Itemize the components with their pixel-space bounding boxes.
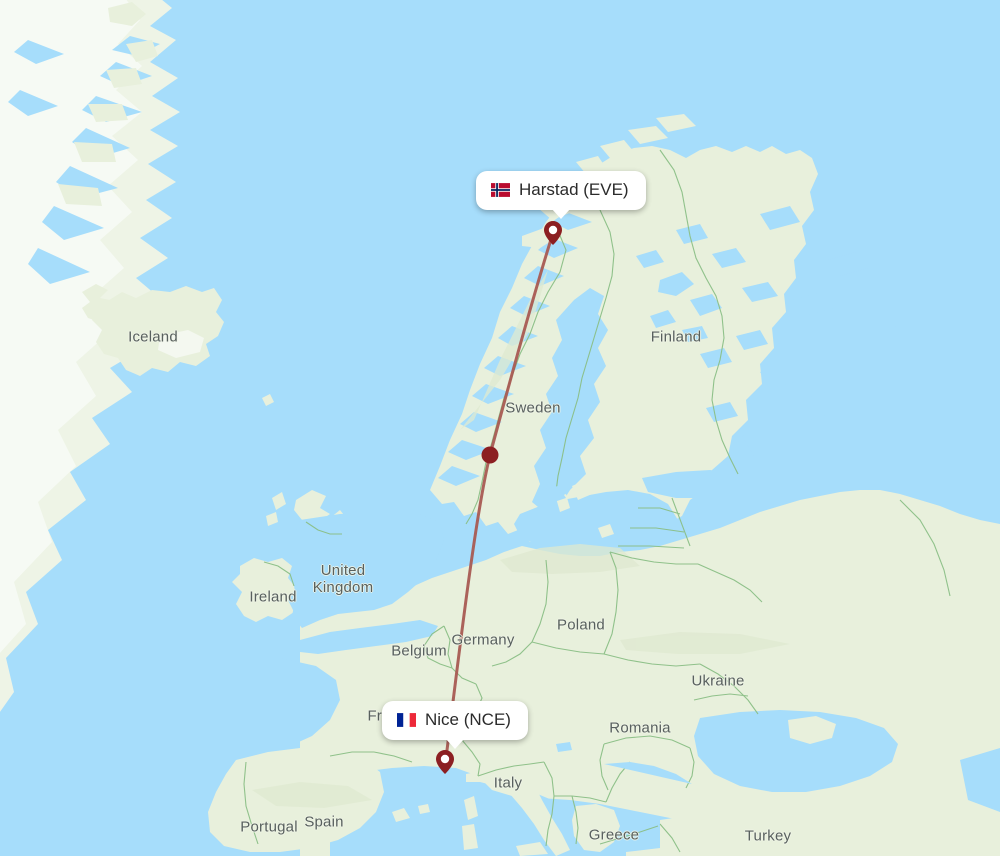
popup-tip [444,738,465,749]
map-pin-icon [544,221,562,245]
flight-route-map[interactable]: Iceland Ireland United Kingdom Belgium F… [0,0,1000,856]
route-waypoint-marker[interactable] [481,446,499,464]
airport-popup-label-nce: Nice (NCE) [425,710,511,729]
airport-pin-eve[interactable] [544,221,562,245]
airport-popup-label-eve: Harstad (EVE) [519,180,629,199]
airport-pin-nce[interactable] [436,750,454,774]
airport-popup-nce[interactable]: Nice (NCE) [382,701,528,749]
popup-tip [550,208,571,219]
norway-flag-icon [491,183,510,197]
map-pin-icon [436,750,454,774]
france-flag-icon [397,713,416,727]
airport-popup-eve[interactable]: Harstad (EVE) [476,171,646,219]
